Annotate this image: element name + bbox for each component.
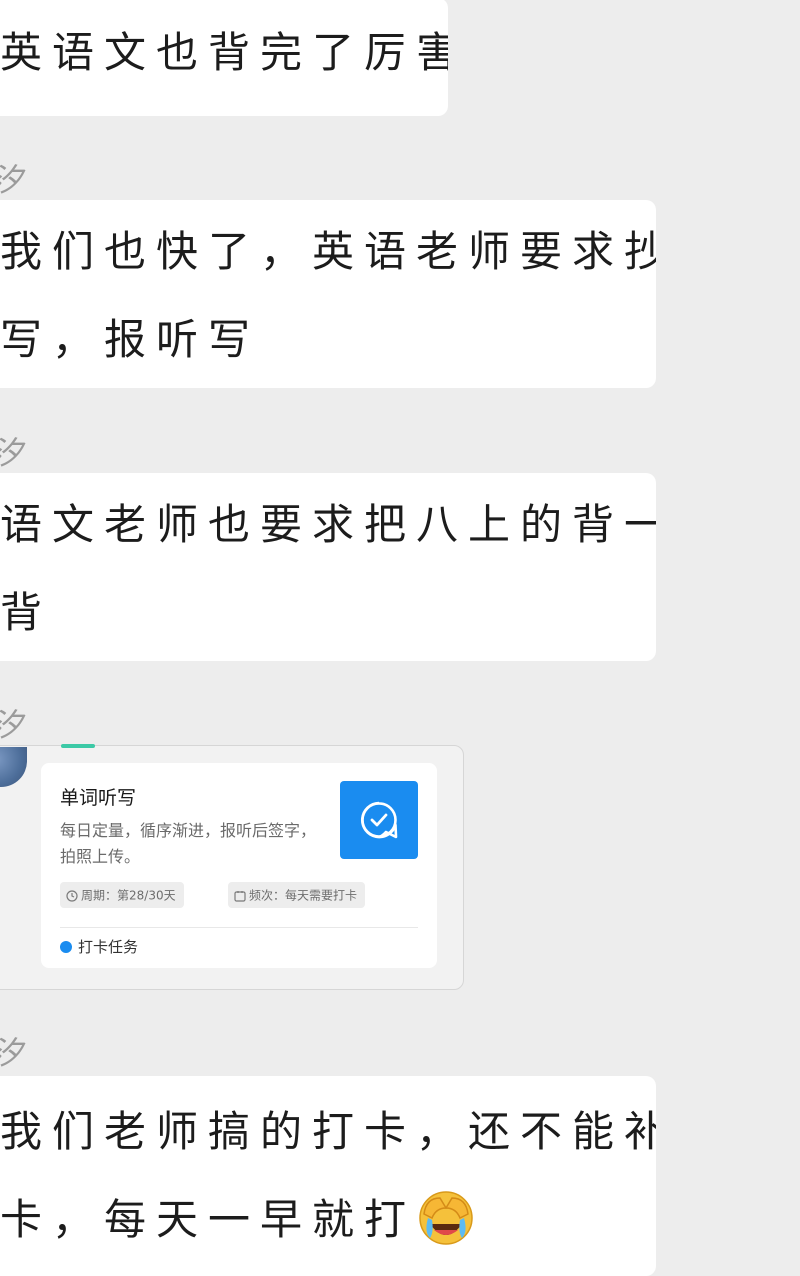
message-text-line: 我们老师搞的打卡，还不能补 [0,1107,656,1156]
message-bubble[interactable]: 语文老师也要求把八上的背一 背 [0,473,656,661]
task-footer: 打卡任务 [60,936,138,957]
frequency-text: 频次：每天需要打卡 [249,888,358,903]
checkin-badge-icon [60,941,72,953]
task-card-body[interactable]: 单词听写 每日定量，循序渐进，报听后签字，拍照上传。 周期：第28/30天 频次… [41,763,437,968]
message-text: 英语文也背完了厉害 [0,28,448,77]
message-text-line: 我们也快了，英语老师要求抄 [0,227,656,276]
task-card[interactable]: 单词听写 每日定量，循序渐进，报听后签字，拍照上传。 周期：第28/30天 频次… [0,744,464,990]
frequency-chip: 频次：每天需要打卡 [228,882,366,908]
message-bubble[interactable]: 我们老师搞的打卡，还不能补 卡，每天一早就打 [0,1076,656,1276]
message-text-line: 写，报听写 [0,315,261,364]
message-text-line: 语文老师也要求把八上的背一 [0,500,656,549]
sender-name: 汐 [0,700,22,746]
footer-label: 打卡任务 [78,938,139,956]
task-title: 单词听写 [60,787,137,809]
calendar-icon [234,890,246,902]
sender-name: 汐 [0,1028,22,1074]
sender-name: 汐 [0,428,22,474]
card-divider [60,927,418,928]
sender-name: 汐 [0,155,22,201]
period-chip: 周期：第28/30天 [60,882,184,908]
card-tab-indicator [61,744,95,748]
task-action-button[interactable] [340,781,418,859]
message-text-line: 卡，每天一早就打 [0,1176,656,1264]
clock-icon [66,889,78,902]
message-bubble[interactable]: 我们也快了，英语老师要求抄 写，报听写 [0,200,656,388]
message-text: 卡，每天一早就打 [0,1195,417,1244]
message-bubble[interactable]: 英语文也背完了厉害 [0,0,448,116]
period-text: 周期：第28/30天 [81,888,176,903]
face-palm-crying-emoji [419,1191,473,1245]
message-text-line: 背 [0,588,53,637]
chat-check-icon [360,801,398,839]
task-description: 每日定量，循序渐进，报听后签字，拍照上传。 [60,821,317,866]
